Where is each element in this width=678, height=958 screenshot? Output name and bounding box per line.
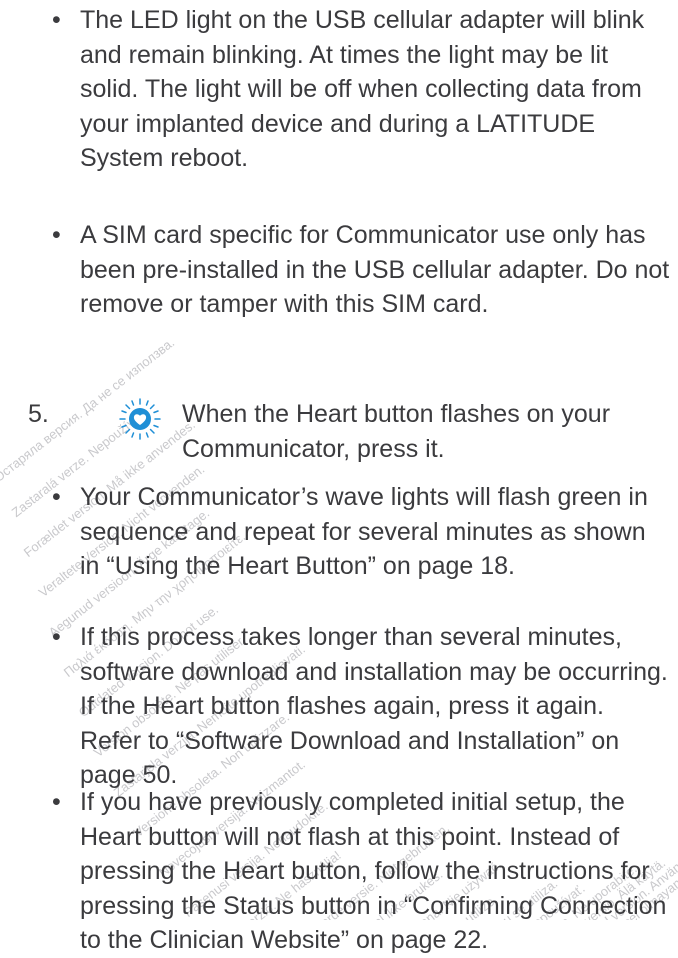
bullet-previous-setup: • If you have previously completed initi… xyxy=(52,785,670,958)
bullet-marker: • xyxy=(52,6,61,34)
bullet-text: If this process takes longer than severa… xyxy=(80,623,668,789)
bullet-text: Your Communicator’s wave lights will fla… xyxy=(80,483,648,580)
step-5: 5. When the Heart button flashes on your… xyxy=(28,397,668,477)
bullet-marker: • xyxy=(52,623,61,651)
bullet-wave-lights: • Your Communicator’s wave lights will f… xyxy=(52,480,670,584)
step-text: When the Heart button flashes on your Co… xyxy=(182,400,611,463)
bullet-text: A SIM card specific for Communicator use… xyxy=(80,221,670,318)
bullet-text: The LED light on the USB cellular adapte… xyxy=(80,6,645,172)
bullet-led-light: • The LED light on the USB cellular adap… xyxy=(52,3,670,176)
bullet-text: If you have previously completed initial… xyxy=(80,788,667,954)
bullet-marker: • xyxy=(52,221,61,249)
step-number: 5. xyxy=(28,400,49,428)
bullet-marker: • xyxy=(52,788,61,816)
bullet-software-download: • If this process takes longer than seve… xyxy=(52,620,670,793)
document-page: Остаряла версия. Да не се използва. Zast… xyxy=(0,0,678,954)
bullet-marker: • xyxy=(52,483,61,511)
heart-button-icon xyxy=(119,398,161,440)
bullet-sim-card: • A SIM card specific for Communicator u… xyxy=(52,218,670,322)
